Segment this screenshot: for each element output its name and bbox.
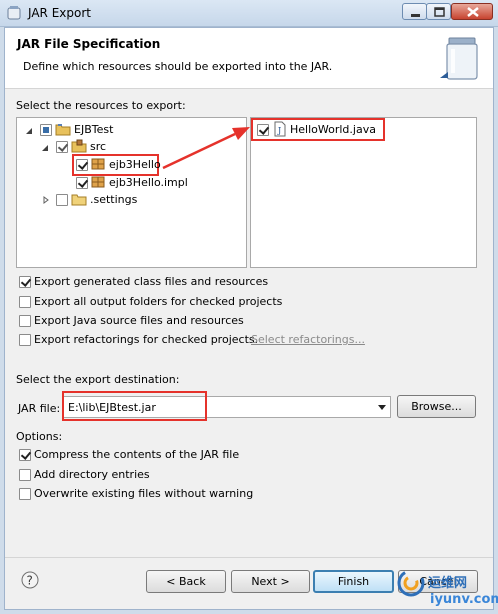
eclipse-jar-icon [7, 6, 21, 20]
file-list[interactable]: J HelloWorld.java [250, 117, 477, 268]
svg-text:J: J [277, 126, 281, 135]
source-folder-icon [71, 139, 87, 153]
help-icon[interactable]: ? [21, 571, 39, 589]
close-button[interactable] [451, 3, 493, 20]
checkbox-settings[interactable] [56, 194, 68, 206]
collapsed-triangle-icon[interactable] [42, 196, 50, 204]
file-item-helloworld-java[interactable]: HelloWorld.java [290, 123, 376, 136]
export-output-folders-label[interactable]: Export all output folders for checked pr… [34, 295, 282, 308]
watermark-logo-icon [397, 569, 425, 597]
minimize-icon [411, 14, 420, 17]
checkbox-ejbtest[interactable] [40, 124, 52, 136]
checkbox-src[interactable] [56, 141, 68, 153]
minimize-button[interactable] [402, 3, 427, 20]
options-label: Options: [16, 430, 63, 443]
checkbox-export-output-folders[interactable] [19, 296, 31, 308]
checkbox-overwrite[interactable] [19, 488, 31, 500]
finish-button[interactable]: Finish [313, 570, 394, 593]
checkbox-compress[interactable] [19, 449, 31, 461]
export-class-files-label[interactable]: Export generated class files and resourc… [34, 275, 268, 288]
browse-button-label: Browse... [411, 400, 462, 413]
overwrite-label[interactable]: Overwrite existing files without warning [34, 487, 253, 500]
page-title: JAR File Specification [17, 37, 161, 51]
back-button[interactable]: < Back [146, 570, 226, 593]
expanded-triangle-icon[interactable] [25, 127, 33, 135]
watermark-text-en: iyunv.com [430, 592, 498, 607]
checkbox-ejb3hello-impl[interactable] [76, 177, 88, 189]
checkbox-export-class-files[interactable] [19, 276, 31, 288]
button-bar-separator [5, 557, 493, 558]
folder-icon [71, 194, 87, 206]
checkbox-export-refactorings[interactable] [19, 334, 31, 346]
highlight-box-jar-file [62, 391, 207, 421]
package-icon [91, 176, 105, 188]
checkbox-ejb3hello[interactable] [76, 159, 88, 171]
svg-text:?: ? [27, 574, 33, 588]
jar-icon [440, 37, 478, 80]
destination-label: Select the export destination: [16, 373, 180, 386]
jar-file-label: JAR file: [18, 402, 61, 415]
export-java-source-label[interactable]: Export Java source files and resources [34, 314, 244, 327]
checkbox-export-java-source[interactable] [19, 315, 31, 327]
tree-item-ejbtest[interactable]: EJBTest [74, 123, 113, 136]
add-directory-entries-label[interactable]: Add directory entries [34, 468, 150, 481]
next-button-label: Next > [251, 575, 290, 588]
tree-item-settings[interactable]: .settings [90, 193, 137, 206]
java-file-icon: J [274, 121, 286, 137]
maximize-button[interactable] [426, 3, 451, 20]
close-icon [467, 7, 479, 17]
page-description: Define which resources should be exporte… [23, 60, 333, 73]
title-bar: JAR Export [0, 0, 498, 27]
next-button[interactable]: Next > [231, 570, 310, 593]
watermark-text-cn: 运维网 [428, 576, 468, 591]
export-refactorings-label[interactable]: Export refactorings for checked projects… [34, 333, 258, 346]
back-button-label: < Back [166, 575, 206, 588]
tree-item-src[interactable]: src [90, 140, 106, 153]
compress-label[interactable]: Compress the contents of the JAR file [34, 448, 239, 461]
checkbox-add-directory-entries[interactable] [19, 469, 31, 481]
maximize-icon [434, 7, 445, 17]
browse-button[interactable]: Browse... [397, 395, 476, 418]
select-refactorings-link[interactable]: Select refactorings... [251, 333, 365, 346]
package-icon [91, 158, 105, 170]
resources-label: Select the resources to export: [16, 99, 186, 112]
expanded-triangle-icon[interactable] [41, 144, 49, 152]
dropdown-arrow-icon[interactable] [378, 405, 386, 410]
annotation-arrow [162, 127, 250, 170]
project-icon [55, 124, 71, 136]
tree-item-ejb3hello[interactable]: ejb3Hello [109, 158, 161, 171]
wizard-header: JAR File Specification Define which reso… [5, 28, 493, 89]
finish-button-label: Finish [337, 575, 370, 588]
window-title: JAR Export [28, 6, 91, 20]
